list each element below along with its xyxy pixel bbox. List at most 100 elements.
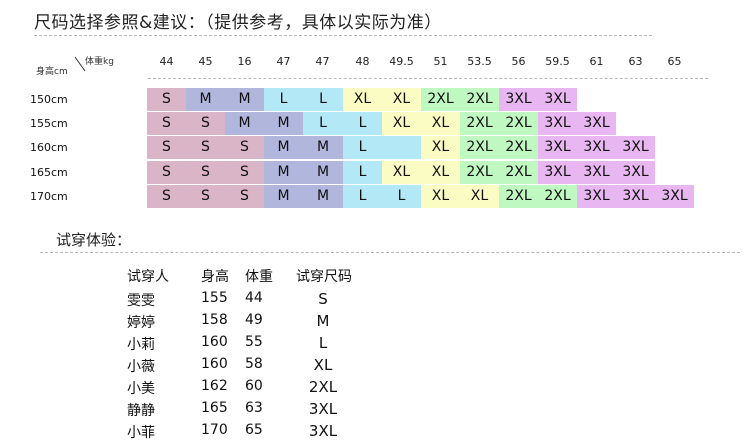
size-cell: S bbox=[147, 112, 186, 135]
trial-size: M bbox=[316, 312, 330, 330]
weight-header-cell: 61 bbox=[589, 55, 604, 68]
trial-size: 3XL bbox=[308, 400, 338, 418]
size-cell: 2XL bbox=[421, 88, 460, 111]
trial-value: 65 bbox=[245, 422, 263, 438]
weight-header-cell: 48 bbox=[355, 55, 370, 68]
trial-value: 55 bbox=[245, 334, 263, 350]
size-cell: 3XL bbox=[577, 161, 616, 184]
trial-value: 63 bbox=[245, 400, 263, 416]
trial-header-cell: 试穿尺码 bbox=[296, 269, 352, 285]
size-cell: XL bbox=[421, 112, 460, 135]
size-cell: XL bbox=[421, 136, 460, 159]
weight-axis-label: 体重kg bbox=[85, 57, 114, 67]
size-cell: S bbox=[147, 161, 186, 184]
trial-value: 60 bbox=[245, 378, 263, 394]
size-cell: L bbox=[343, 136, 382, 159]
trial-name: 小薇 bbox=[127, 359, 155, 375]
size-cell: 2XL bbox=[460, 88, 499, 111]
size-cell: M bbox=[264, 136, 303, 159]
trial-value: 165 bbox=[201, 400, 228, 416]
size-cell: 2XL bbox=[460, 136, 499, 159]
weight-header-cell: 16 bbox=[237, 55, 252, 68]
size-cell: 2XL bbox=[499, 112, 538, 135]
size-cell: L bbox=[343, 161, 382, 184]
size-cell: S bbox=[186, 136, 225, 159]
trial-value: 58 bbox=[245, 356, 263, 372]
size-cell: M bbox=[186, 88, 225, 111]
size-cell: M bbox=[264, 112, 303, 135]
size-cell: S bbox=[225, 136, 264, 159]
trial-section-title: 试穿体验： bbox=[56, 231, 132, 249]
weight-header-cell: 49.5 bbox=[389, 55, 414, 68]
size-cell: M bbox=[303, 161, 343, 184]
weight-header-cell: 47 bbox=[276, 55, 291, 68]
height-axis-label: 身高cm bbox=[36, 67, 68, 77]
size-cell: S bbox=[186, 185, 225, 208]
size-cell: XL bbox=[460, 185, 499, 208]
trial-value: 162 bbox=[201, 378, 228, 394]
weight-header-cell: 44 bbox=[159, 55, 174, 68]
size-cell: S bbox=[147, 88, 186, 111]
size-cell bbox=[382, 136, 421, 159]
weight-header-cell: 56 bbox=[511, 55, 526, 68]
trial-value: 160 bbox=[201, 356, 228, 372]
height-label: 165cm bbox=[30, 166, 68, 179]
weight-header-cell: 63 bbox=[628, 55, 643, 68]
trial-name: 雯雯 bbox=[127, 293, 155, 309]
size-cell: 3XL bbox=[538, 136, 577, 159]
size-cell: 2XL bbox=[460, 112, 499, 135]
weight-header-cell: 65 bbox=[667, 55, 682, 68]
size-cell: M bbox=[264, 161, 303, 184]
size-cell: 2XL bbox=[460, 161, 499, 184]
size-cell: 2XL bbox=[538, 185, 577, 208]
weight-header-cell: 59.5 bbox=[545, 55, 570, 68]
size-cell: L bbox=[343, 185, 382, 208]
size-cell: 2XL bbox=[499, 136, 538, 159]
weight-header-cell: 51 bbox=[433, 55, 448, 68]
size-cell: XL bbox=[421, 161, 460, 184]
weight-header-cell: 45 bbox=[198, 55, 213, 68]
height-label: 170cm bbox=[30, 190, 68, 203]
size-cell: 3XL bbox=[577, 136, 616, 159]
trial-name: 静静 bbox=[127, 403, 155, 419]
size-cell: 3XL bbox=[538, 88, 577, 111]
size-cell: 3XL bbox=[577, 185, 616, 208]
header-divider bbox=[148, 78, 708, 79]
size-cell: L bbox=[303, 88, 343, 111]
size-cell: 3XL bbox=[499, 88, 538, 111]
title-divider bbox=[34, 35, 652, 36]
size-cell: 3XL bbox=[616, 136, 655, 159]
trial-name: 小美 bbox=[127, 381, 155, 397]
trial-header-cell: 身高 bbox=[201, 269, 229, 285]
header-corner: 身高cm 体重kg bbox=[36, 54, 146, 77]
trial-size: 2XL bbox=[308, 378, 338, 396]
size-cell: 2XL bbox=[499, 185, 538, 208]
size-cell: XL bbox=[382, 112, 421, 135]
trial-size: L bbox=[318, 334, 328, 352]
size-cell: S bbox=[225, 161, 264, 184]
size-cell: S bbox=[147, 185, 186, 208]
size-cell: 2XL bbox=[499, 161, 538, 184]
size-cell: XL bbox=[343, 88, 382, 111]
size-cell: M bbox=[225, 112, 264, 135]
size-cell: L bbox=[343, 112, 382, 135]
trial-value: 170 bbox=[201, 422, 228, 438]
trial-header-cell: 试穿人 bbox=[127, 269, 169, 285]
trial-size: XL bbox=[313, 356, 333, 374]
size-cell: XL bbox=[382, 161, 421, 184]
size-cell: 3XL bbox=[577, 112, 616, 135]
trial-size: S bbox=[318, 290, 328, 308]
size-cell: 3XL bbox=[655, 185, 694, 208]
size-cell: M bbox=[303, 136, 343, 159]
height-label: 155cm bbox=[30, 117, 68, 130]
trial-name: 小菲 bbox=[127, 425, 155, 441]
trial-header-cell: 体重 bbox=[245, 269, 273, 285]
height-label: 150cm bbox=[30, 93, 68, 106]
weight-header-cell: 53.5 bbox=[467, 55, 492, 68]
trial-value: 44 bbox=[245, 290, 263, 306]
height-label: 160cm bbox=[30, 141, 68, 154]
size-cell: XL bbox=[382, 88, 421, 111]
size-cell: L bbox=[264, 88, 303, 111]
trial-name: 婷婷 bbox=[127, 315, 155, 331]
size-cell: 3XL bbox=[538, 161, 577, 184]
